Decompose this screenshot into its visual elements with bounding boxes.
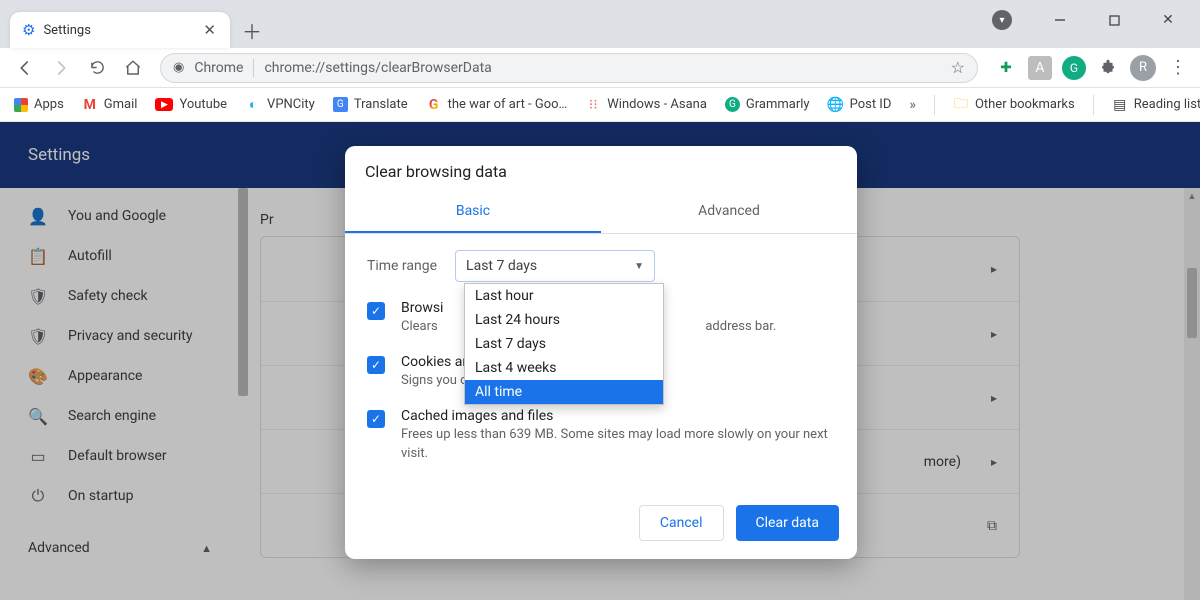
option-last-24-hours[interactable]: Last 24 hours — [465, 308, 663, 332]
bookmarks-overflow-icon[interactable]: » — [909, 97, 916, 113]
bookmark-grammarly[interactable]: GGrammarly — [725, 97, 810, 112]
checkbox-icon-checked[interactable]: ✓ — [367, 410, 385, 428]
nav-forward-button — [46, 53, 76, 83]
item-desc: Frees up less than 639 MB. Some sites ma… — [401, 426, 835, 462]
bookmarks-bar: Apps MGmail ▶Youtube ◐VPNCity GTranslate… — [0, 88, 1200, 122]
grammarly-icon: G — [725, 97, 740, 112]
nav-back-button[interactable] — [10, 53, 40, 83]
extensions-puzzle-icon[interactable] — [1096, 56, 1120, 80]
dialog-footer: Cancel Clear data — [345, 491, 857, 559]
site-info-icon[interactable]: ◉ — [173, 60, 184, 75]
extension-icon-1[interactable]: ✚ — [994, 56, 1018, 80]
bookmark-youtube[interactable]: ▶Youtube — [155, 97, 227, 112]
apps-grid-icon — [14, 98, 28, 112]
time-range-label: Time range — [367, 258, 437, 274]
folder-icon: 🗀 — [953, 97, 969, 113]
window-maximize-button[interactable] — [1098, 6, 1130, 34]
gear-icon: ⚙ — [22, 21, 35, 39]
item-title: Cached images and files — [401, 408, 835, 424]
tab-strip: ⚙ Settings ✕ ＋ ▾ ✕ — [0, 0, 1200, 48]
bookmark-star-icon[interactable]: ☆ — [951, 58, 965, 77]
bookmarks-separator-2 — [1093, 95, 1094, 115]
time-range-select[interactable]: Last 7 days ▼ — [455, 250, 655, 282]
bookmark-gmail[interactable]: MGmail — [82, 97, 138, 113]
option-last-4-weeks[interactable]: Last 4 weeks — [465, 356, 663, 380]
browser-toolbar: ◉ Chrome chrome://settings/clearBrowserD… — [0, 48, 1200, 88]
address-bar[interactable]: ◉ Chrome chrome://settings/clearBrowserD… — [160, 53, 978, 83]
profile-avatar[interactable]: R — [1130, 55, 1156, 81]
option-all-time[interactable]: All time — [465, 380, 663, 404]
address-url: chrome://settings/clearBrowserData — [264, 60, 491, 76]
youtube-icon: ▶ — [155, 98, 173, 111]
new-tab-button[interactable]: ＋ — [236, 14, 268, 46]
dialog-title: Clear browsing data — [345, 146, 857, 191]
bookmark-asana[interactable]: ⁝⁝Windows - Asana — [585, 97, 707, 113]
vpncity-icon: ◐ — [245, 97, 261, 113]
chrome-menu-button[interactable]: ⋮ — [1166, 57, 1190, 78]
clear-data-button[interactable]: Clear data — [736, 505, 839, 541]
browser-tab-title: Settings — [43, 23, 90, 38]
time-range-value: Last 7 days — [466, 258, 537, 274]
grammarly-extension-icon[interactable]: G — [1062, 56, 1086, 80]
incognito-or-account-disc-icon[interactable]: ▾ — [992, 10, 1012, 30]
item-title: Browsi — [401, 300, 443, 316]
bookmark-translate[interactable]: GTranslate — [333, 97, 408, 112]
google-g-icon: G — [426, 97, 442, 113]
clear-browsing-data-dialog: Clear browsing data Basic Advanced Time … — [345, 146, 857, 559]
window-close-button[interactable]: ✕ — [1152, 6, 1184, 34]
reading-list-icon: ▤ — [1112, 97, 1128, 113]
nav-home-button[interactable] — [118, 53, 148, 83]
address-prefix: Chrome — [194, 60, 243, 76]
gmail-icon: M — [82, 97, 98, 113]
bookmarks-separator — [934, 95, 935, 115]
time-range-row: Time range Last 7 days ▼ Last hour Last … — [367, 250, 835, 282]
option-last-7-days[interactable]: Last 7 days — [465, 332, 663, 356]
bookmark-apps[interactable]: Apps — [14, 97, 64, 112]
browser-tab-settings[interactable]: ⚙ Settings ✕ — [10, 12, 230, 48]
option-last-hour[interactable]: Last hour — [465, 284, 663, 308]
nav-reload-button[interactable] — [82, 53, 112, 83]
asana-icon: ⁝⁝ — [585, 97, 601, 113]
bookmark-war-of-art[interactable]: Gthe war of art - Goo… — [426, 97, 568, 113]
checkbox-cached[interactable]: ✓ Cached images and files Frees up less … — [367, 408, 835, 462]
cancel-button[interactable]: Cancel — [639, 505, 724, 541]
window-caption: ▾ ✕ — [992, 0, 1196, 40]
checkbox-icon-checked[interactable]: ✓ — [367, 356, 385, 374]
globe-icon: 🌐 — [828, 97, 844, 113]
address-separator — [253, 59, 254, 77]
bookmark-postid[interactable]: 🌐Post ID — [828, 97, 892, 113]
close-tab-icon[interactable]: ✕ — [203, 21, 216, 39]
tab-basic[interactable]: Basic — [345, 191, 601, 233]
bookmark-vpncity[interactable]: ◐VPNCity — [245, 97, 315, 113]
tab-advanced[interactable]: Advanced — [601, 191, 857, 233]
chevron-down-icon: ▼ — [634, 261, 644, 272]
checkbox-icon-checked[interactable]: ✓ — [367, 302, 385, 320]
extension-icon-2[interactable]: A — [1028, 56, 1052, 80]
time-range-dropdown: Last hour Last 24 hours Last 7 days Last… — [464, 283, 664, 405]
extension-icons: ✚ A G R ⋮ — [990, 55, 1190, 81]
window-minimize-button[interactable] — [1044, 6, 1076, 34]
dialog-tabs: Basic Advanced — [345, 191, 857, 234]
reading-list[interactable]: ▤Reading list — [1112, 97, 1200, 113]
other-bookmarks[interactable]: 🗀Other bookmarks — [953, 97, 1075, 113]
translate-icon: G — [333, 97, 348, 112]
